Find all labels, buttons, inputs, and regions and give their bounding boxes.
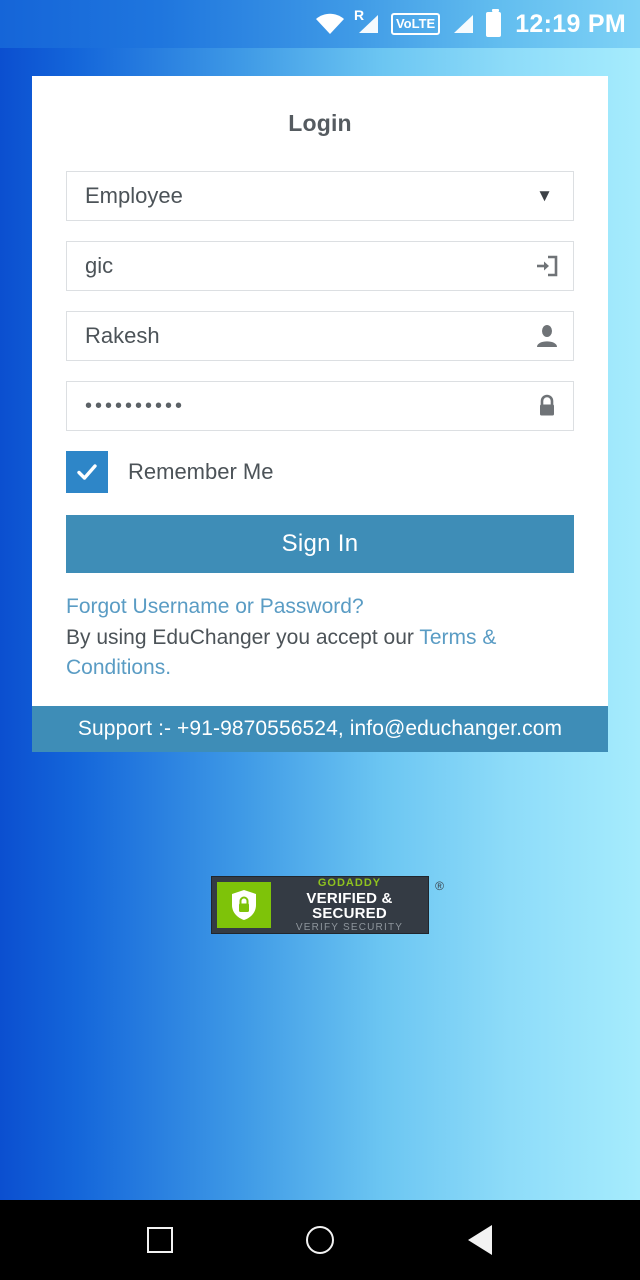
remember-me-label: Remember Me	[128, 459, 274, 484]
recents-button[interactable]	[130, 1210, 190, 1270]
username-input-value[interactable]: Rakesh	[67, 323, 521, 349]
status-bar: R VoLTE 12:19 PM	[0, 0, 640, 48]
role-select-value: Employee	[85, 183, 183, 208]
badge-text-block: GODADDY VERIFIED & SECURED VERIFY SECURI…	[271, 876, 428, 933]
badge-subline: VERIFY SECURITY	[295, 921, 404, 933]
signal-bars-icon	[451, 13, 475, 35]
support-text: Support :- +91-9870556524, info@educhang…	[77, 716, 563, 740]
badge-headline: VERIFIED & SECURED	[306, 889, 393, 922]
security-badge-wrap[interactable]: GODADDY VERIFIED & SECURED VERIFY SECURI…	[0, 876, 640, 934]
lock-icon	[521, 393, 573, 419]
phone-screen: R VoLTE 12:19 PM Login Employee ▼ gic Ra…	[0, 0, 640, 1280]
role-select[interactable]: Employee ▼	[66, 171, 574, 221]
support-bar: Support :- +91-9870556524, info@educhang…	[32, 705, 608, 752]
badge-brand: GODADDY	[317, 876, 382, 889]
password-field[interactable]: ••••••••••	[66, 381, 574, 431]
login-enter-icon	[521, 253, 573, 279]
back-button[interactable]	[450, 1210, 510, 1270]
registered-mark-icon: ®	[435, 879, 444, 893]
sign-in-button[interactable]: Sign In	[66, 515, 574, 573]
organization-field[interactable]: gic	[66, 241, 574, 291]
chevron-down-icon: ▼	[536, 186, 553, 205]
username-field[interactable]: Rakesh	[66, 311, 574, 361]
android-nav-bar	[0, 1200, 640, 1280]
page-title: Login	[288, 110, 352, 136]
terms-text: By using EduChanger you accept our Terms…	[66, 623, 574, 684]
recents-square-icon	[147, 1227, 173, 1253]
back-triangle-icon	[468, 1225, 492, 1255]
volte-label: VoLTE	[390, 13, 441, 35]
check-icon	[77, 464, 97, 480]
volte-icon: VoLTE	[390, 13, 441, 35]
battery-full-icon	[486, 8, 502, 37]
home-button[interactable]	[290, 1210, 350, 1270]
status-bar-clock: 12:19 PM	[515, 9, 626, 38]
remember-me-checkbox[interactable]	[66, 451, 108, 493]
login-card-body: Login Employee ▼ gic Rakesh •••••••••• R…	[32, 76, 608, 706]
password-input-value[interactable]: ••••••••••	[67, 395, 521, 418]
godaddy-security-badge[interactable]: GODADDY VERIFIED & SECURED VERIFY SECURI…	[211, 876, 444, 934]
user-icon	[521, 323, 573, 349]
shield-lock-icon	[217, 882, 271, 928]
roaming-signal-icon: R	[354, 8, 380, 35]
terms-prefix: By using EduChanger you accept our	[66, 626, 420, 649]
organization-input-value[interactable]: gic	[67, 253, 521, 279]
home-circle-icon	[306, 1226, 334, 1254]
remember-me-row[interactable]: Remember Me	[66, 451, 574, 493]
login-card: Login Employee ▼ gic Rakesh •••••••••• R…	[32, 76, 608, 752]
wifi-icon	[315, 13, 345, 35]
forgot-credentials-link[interactable]: Forgot Username or Password?	[66, 595, 574, 619]
roaming-label: R	[353, 7, 365, 23]
